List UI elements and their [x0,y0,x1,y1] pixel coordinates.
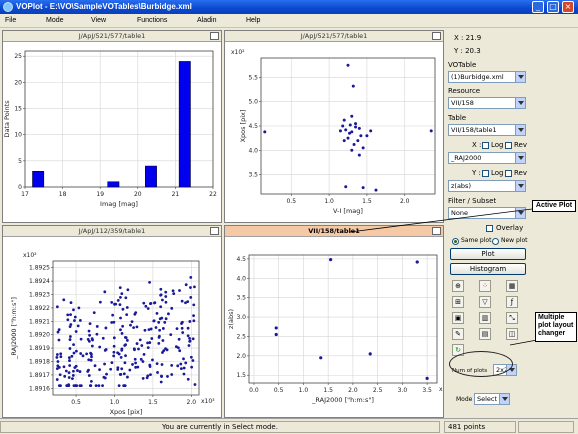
status-message: You are currently in Select mode. [0,421,440,433]
status-bar: You are currently in Select mode. 481 po… [0,418,578,434]
status-extra [518,421,574,433]
layout-changer-highlight [449,351,513,377]
point-count: 481 points [444,421,516,433]
layout-changer-callout: Multiple plot layout changer [535,312,577,342]
active-plot-callout: Active Plot [532,200,576,212]
